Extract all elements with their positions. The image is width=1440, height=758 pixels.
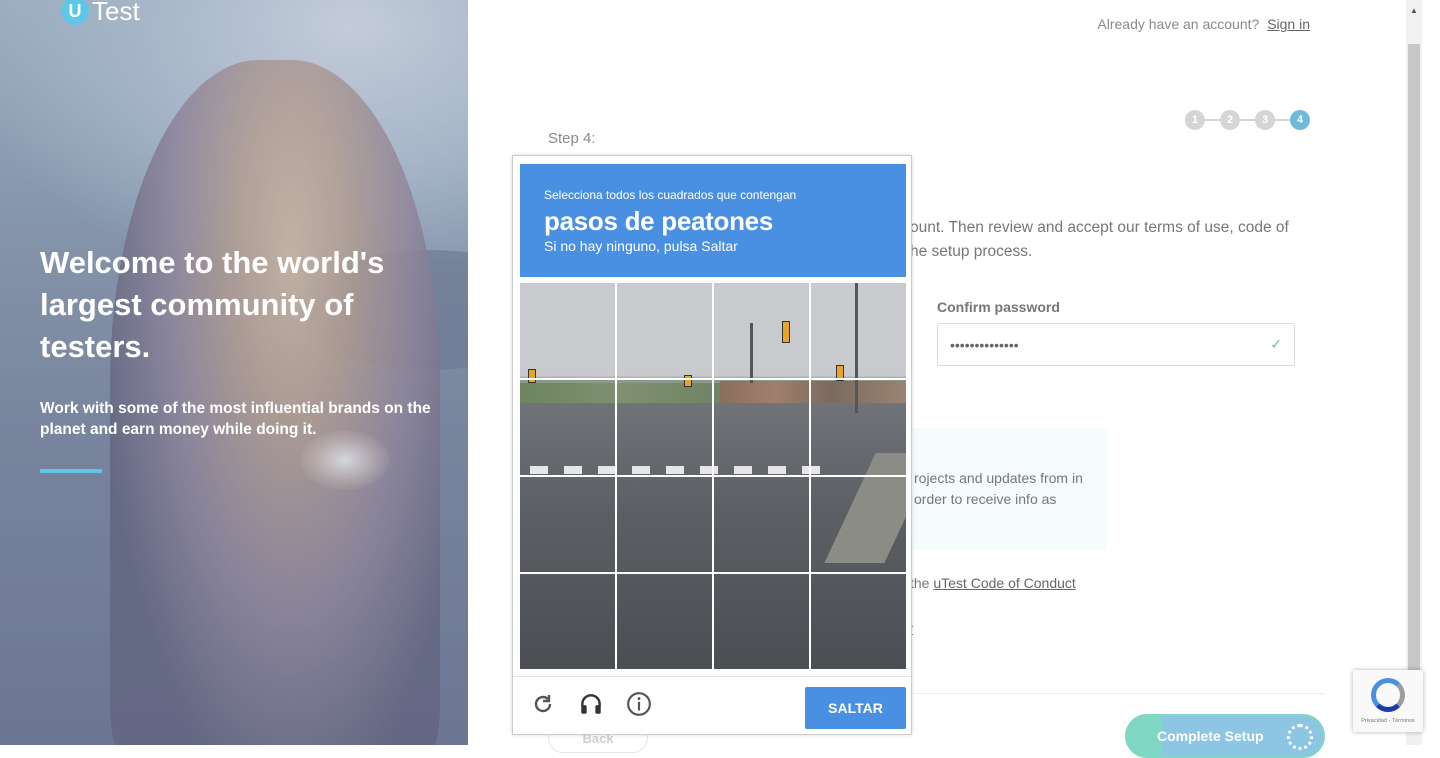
recaptcha-privacy-terms[interactable]: Privacidad - Términos (1353, 718, 1423, 724)
loading-spinner-icon (1287, 724, 1313, 750)
confirm-password-label: Confirm password (937, 299, 1060, 315)
captcha-tile[interactable] (520, 574, 616, 669)
captcha-target: pasos de peatones (544, 206, 773, 236)
code-of-conduct-link[interactable]: uTest Code of Conduct (933, 575, 1075, 591)
hero-accent-rule (40, 469, 102, 473)
captcha-tile[interactable] (714, 477, 810, 573)
logo-wordmark: Test (92, 0, 140, 26)
captcha-tile[interactable] (617, 574, 713, 669)
logo-mark: U (61, 0, 89, 25)
captcha-tile[interactable] (811, 380, 906, 476)
sign-in-link[interactable]: Sign in (1267, 16, 1310, 32)
step-intro-text: ount. Then review and accept our terms o… (910, 219, 1289, 260)
captcha-tile[interactable] (811, 574, 906, 669)
utest-logo[interactable]: U Test (61, 0, 140, 26)
hero-panel: U Test Welcome to the world's largest co… (0, 0, 468, 745)
captcha-instruction: Selecciona todos los cuadrados que conte… (544, 188, 797, 202)
step-connector (1240, 119, 1255, 121)
captcha-tile[interactable] (811, 477, 906, 573)
page-scrollbar-thumb[interactable] (1408, 44, 1420, 684)
hero-overlay (0, 0, 468, 745)
newsletter-info-text: rojects and updates from in order to rec… (914, 470, 1083, 507)
captcha-header: Selecciona todos los cuadrados que conte… (520, 164, 906, 277)
signin-prompt: Already have an account? Sign in (1097, 16, 1310, 32)
captcha-tile[interactable] (617, 380, 713, 476)
captcha-tile[interactable] (811, 283, 906, 379)
step-2: 2 (1220, 110, 1240, 130)
captcha-tile[interactable] (520, 283, 616, 379)
captcha-hint: Si no hay ninguno, pulsa Saltar (544, 238, 738, 254)
step-indicator: 1 2 3 4 (1185, 110, 1310, 130)
step-label: Step 4: (548, 130, 596, 147)
confirm-password-field[interactable]: •••••••••••••• ✓ (937, 323, 1295, 366)
check-icon: ✓ (1270, 336, 1282, 352)
complete-setup-button[interactable]: Complete Setup (1125, 714, 1325, 758)
captcha-tile[interactable] (520, 477, 616, 573)
recaptcha-badge[interactable]: Privacidad - Términos (1353, 670, 1423, 732)
step-connector (1205, 119, 1220, 121)
captcha-tile[interactable] (617, 477, 713, 573)
audio-icon[interactable] (576, 689, 606, 719)
confirm-password-value: •••••••••••••• (950, 336, 1019, 353)
code-of-conduct-line: the uTest Code of Conduct (910, 575, 1076, 591)
recaptcha-challenge: Selecciona todos los cuadrados que conte… (512, 155, 912, 735)
captcha-tile[interactable] (617, 283, 713, 379)
captcha-tile[interactable] (714, 380, 810, 476)
step-1: 1 (1185, 110, 1205, 130)
signin-prompt-text: Already have an account? (1097, 16, 1260, 32)
step-connector (1275, 119, 1290, 121)
skip-button[interactable]: SALTAR (805, 687, 906, 729)
hero-title: Welcome to the world's largest community… (40, 245, 385, 364)
complete-label: Complete Setup (1157, 728, 1264, 744)
step-4: 4 (1290, 110, 1310, 130)
captcha-footer: SALTAR (513, 676, 911, 734)
scroll-up-arrow-icon[interactable]: ▲ (1410, 6, 1418, 15)
captcha-tile[interactable] (714, 574, 810, 669)
recaptcha-logo-icon (1371, 678, 1405, 712)
hero-subtitle: Work with some of the most influential b… (40, 400, 431, 438)
captcha-tile[interactable] (520, 380, 616, 476)
step-3: 3 (1255, 110, 1275, 130)
captcha-image-grid (520, 283, 906, 669)
info-icon[interactable] (624, 689, 654, 719)
reload-icon[interactable] (528, 689, 558, 719)
coc-prefix: the (910, 575, 934, 591)
captcha-tile[interactable] (714, 283, 810, 379)
